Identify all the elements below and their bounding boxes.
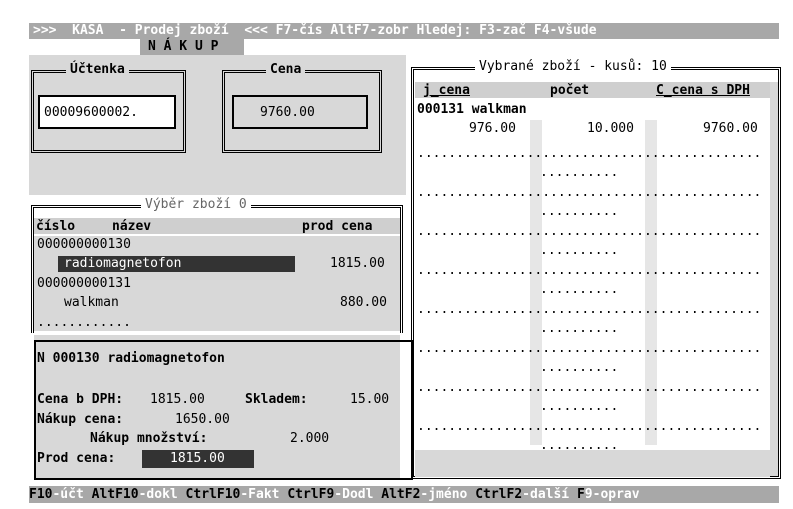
cena-b-dph-value: 1815.00 bbox=[150, 392, 205, 407]
cena-label: Cena bbox=[266, 63, 306, 77]
fkey-4-key[interactable]: AltF2 bbox=[373, 487, 420, 502]
vyber-label: Výběr zboží 0 bbox=[141, 198, 251, 212]
vyber-header-row: číslo název prod cena bbox=[34, 218, 400, 234]
empty-row-count-dots: .......... bbox=[540, 204, 619, 219]
item-price: 1815.00 bbox=[330, 256, 385, 271]
item-code: 000000000131 bbox=[37, 276, 131, 291]
empty-row-dots: ........................................… bbox=[417, 302, 762, 317]
title-text: >>> KASA - Prodej zboží <<< F7-čís AltF7… bbox=[33, 23, 597, 38]
col-header-j-cena: j_cena bbox=[423, 83, 470, 98]
uctenka-field[interactable]: 00009600002. bbox=[38, 95, 176, 129]
nakup-cena-value: 1650.00 bbox=[175, 412, 230, 427]
fkey-5-desc[interactable]: -další bbox=[522, 487, 569, 502]
fkey-6-desc[interactable]: 9-oprav bbox=[585, 487, 640, 502]
fkey-1-key[interactable]: AltF10 bbox=[84, 487, 139, 502]
fkey-2-key[interactable]: CtrlF10 bbox=[178, 487, 241, 502]
empty-row-dots: ........................................… bbox=[417, 146, 762, 161]
vybrane-footer bbox=[415, 450, 770, 477]
nakup-cena-label: Nákup cena: bbox=[37, 412, 124, 427]
column-shade-right bbox=[645, 120, 657, 445]
vybrane-scrollbar[interactable] bbox=[770, 82, 778, 476]
empty-row-count-dots: .......... bbox=[540, 282, 619, 297]
vybrane-label: Vybrané zboží - kusů: 10 bbox=[475, 60, 671, 74]
cena-b-dph-label: Cena b DPH: bbox=[37, 392, 124, 407]
empty-row-count-dots: .......... bbox=[540, 438, 619, 453]
empty-row-dots: ........................................… bbox=[417, 185, 762, 200]
fkey-3-desc[interactable]: -Dodl bbox=[334, 487, 373, 502]
nakup-tab: N Á K U P bbox=[140, 39, 244, 55]
prod-cena-input[interactable]: 1815.00 bbox=[142, 450, 254, 468]
item-code: 000000000130 bbox=[37, 237, 131, 252]
empty-row-dots: ........................................… bbox=[417, 419, 762, 434]
prod-cena-value: 1815.00 bbox=[170, 451, 225, 466]
skladem-label: Skladem: bbox=[245, 392, 308, 407]
skladem-value: 15.00 bbox=[350, 392, 390, 407]
empty-row-dots: ........................................… bbox=[417, 341, 762, 356]
empty-row-count-dots: .......... bbox=[540, 321, 619, 336]
fkey-4-desc[interactable]: -jméno bbox=[420, 487, 467, 502]
col-header-prod-cena: prod cena bbox=[302, 219, 373, 234]
empty-row-dots: ........................................… bbox=[417, 263, 762, 278]
nakup-mnozstvi-value: 2.000 bbox=[290, 431, 330, 446]
detail-title: N 000130 radiomagnetofon bbox=[37, 351, 225, 366]
fkey-6-key[interactable]: F bbox=[569, 487, 585, 502]
fkey-3-key[interactable]: CtrlF9 bbox=[280, 487, 334, 502]
item-price: 880.00 bbox=[340, 295, 387, 310]
title-bar: >>> KASA - Prodej zboží <<< F7-čís AltF7… bbox=[29, 23, 779, 39]
empty-row-count-dots: .......... bbox=[540, 360, 619, 375]
empty-row-dots: ........................................… bbox=[417, 380, 762, 395]
uctenka-value: 00009600002. bbox=[44, 105, 138, 120]
fkey-1-desc[interactable]: -dokl bbox=[139, 487, 178, 502]
col-header-nazev: název bbox=[112, 219, 152, 234]
fkey-2-desc[interactable]: -Fakt bbox=[240, 487, 279, 502]
vybrane-header-row: j_cena počet C_cena s DPH bbox=[415, 82, 770, 98]
col-header-pocet: počet bbox=[550, 83, 590, 98]
fkey-5-key[interactable]: CtrlF2 bbox=[467, 487, 522, 502]
empty-list-row: ............ bbox=[37, 315, 131, 330]
function-key-bar: F10-účt AltF10-dokl CtrlF10-Fakt CtrlF9-… bbox=[29, 486, 779, 503]
empty-row-count-dots: .......... bbox=[540, 165, 619, 180]
cena-value: 9760.00 bbox=[260, 105, 315, 120]
empty-row-dots: ........................................… bbox=[417, 224, 762, 239]
fkey-0-key[interactable]: F10 bbox=[29, 487, 52, 502]
nakup-tab-label: N Á K U P bbox=[148, 39, 219, 54]
prod-cena-label: Prod cena: bbox=[37, 451, 116, 466]
col-header-cislo: číslo bbox=[36, 219, 76, 234]
selected-item-name: 000131 walkman bbox=[417, 102, 527, 117]
selected-item-j-cena: 976.00 bbox=[469, 121, 516, 136]
selected-item-c-cena: 9760.00 bbox=[703, 121, 758, 136]
item-name: walkman bbox=[64, 295, 119, 310]
fkey-0-desc[interactable]: -účt bbox=[52, 487, 83, 502]
nakup-mnozstvi-label: Nákup množství: bbox=[90, 431, 208, 446]
uctenka-label: Účtenka bbox=[66, 63, 129, 77]
col-header-c-cena: C_cena s DPH bbox=[656, 83, 750, 98]
selected-item-pocet: 10.000 bbox=[587, 121, 634, 136]
item-name: radiomagnetofon bbox=[64, 256, 182, 271]
cena-field: 9760.00 bbox=[232, 95, 368, 129]
empty-row-count-dots: .......... bbox=[540, 399, 619, 414]
empty-row-count-dots: .......... bbox=[540, 243, 619, 258]
